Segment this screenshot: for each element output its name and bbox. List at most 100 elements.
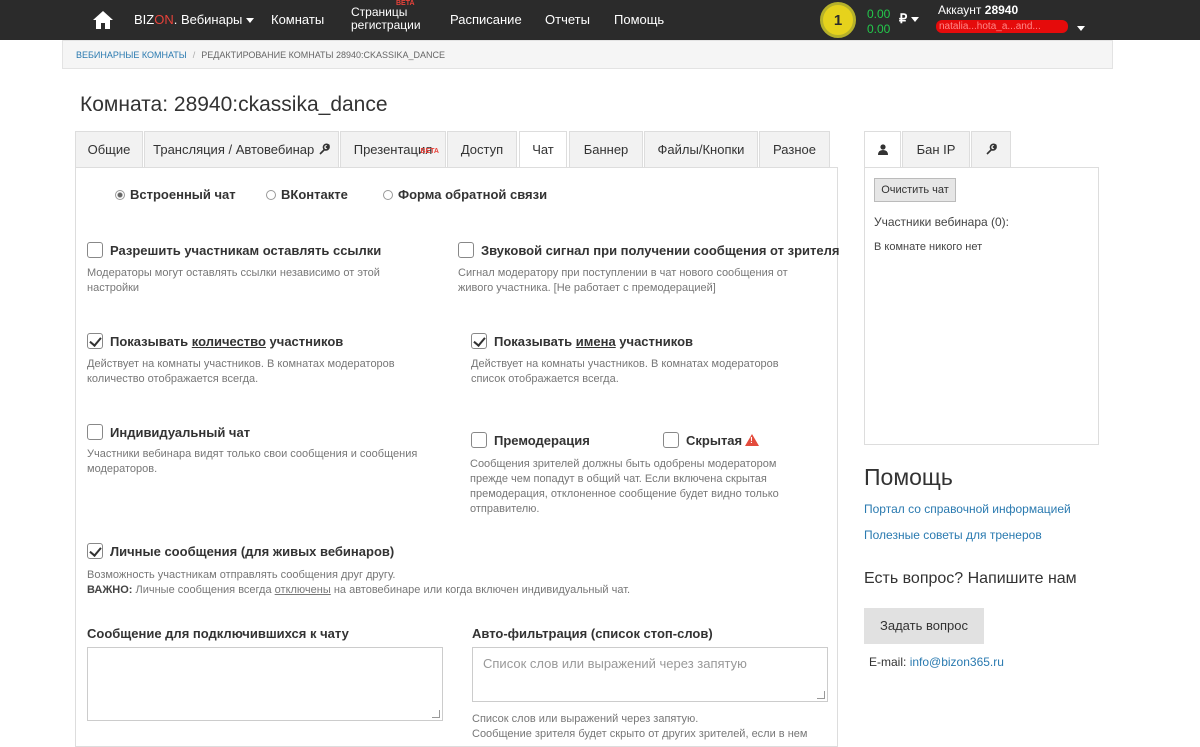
room-empty-text: В комнате никого нет [874,241,983,253]
balance-main: 0.00 [867,7,891,21]
chevron-down-icon [246,18,255,24]
individual-desc-2: модераторов. [87,463,158,475]
nav-webinars-dropdown[interactable]: BIZON. Вебинары [134,12,255,27]
premoderation-checkbox[interactable] [471,432,487,448]
home-icon[interactable] [92,10,114,30]
wrench-icon [319,143,330,155]
breadcrumb-separator: / [192,50,196,60]
tab-broadcast-label: Трансляция / Автовебинар [153,142,315,157]
tab-chat[interactable]: Чат [519,131,567,169]
chevron-down-icon[interactable] [1077,26,1085,31]
individual-chat-checkbox[interactable] [87,424,103,440]
autofilter-desc: Список слов или выражений через запятую.… [472,712,807,742]
account-label-text: Аккаунт [938,3,982,17]
radio-selected-icon[interactable] [115,190,125,200]
individual-chat-desc: Участники вебинара видят только свои соо… [87,447,417,477]
allow-links-label[interactable]: Разрешить участникам оставлять ссылки [110,243,381,258]
tab-participants[interactable] [864,131,901,169]
individual-chat-label[interactable]: Индивидуальный чат [110,425,250,440]
show-names-pre: Показывать [494,334,576,349]
coin-value: 1 [833,11,843,29]
trainer-tips-link[interactable]: Полезные советы для тренеров [864,528,1042,542]
autofilter-label: Авто-фильтрация (список стоп-слов) [472,626,713,641]
allow-links-checkbox[interactable] [87,242,103,258]
nav-help[interactable]: Помощь [614,12,664,27]
autofilter-desc-1: Список слов или выражений через запятую. [472,713,699,725]
help-title: Помощь [864,464,953,490]
allow-links-desc-2: настройки [87,282,140,294]
tab-general[interactable]: Общие [75,131,143,168]
show-names-desc: Действует на комнаты участников. В комна… [471,357,779,387]
show-names-desc-1: Действует на комнаты участников. В комна… [471,358,779,370]
account-number: 28940 [984,3,1019,17]
tab-sidebar-settings[interactable] [971,131,1011,168]
tab-files-buttons[interactable]: Файлы/Кнопки [644,131,758,168]
breadcrumb-current: РЕДАКТИРОВАНИЕ КОМНАТЫ 28940:CKASSIKA_DA… [201,50,446,60]
private-messages-checkbox[interactable] [87,543,103,559]
radio-builtin-label: Встроенный чат [130,187,236,202]
tab-access[interactable]: Доступ [447,131,517,168]
radio-feedback-form[interactable]: Форма обратной связи [383,187,547,202]
radio-icon[interactable] [266,190,276,200]
currency-dropdown[interactable]: ₽ [899,11,920,27]
warning-icon [745,434,760,446]
show-count-pre: Показывать [110,334,192,349]
account-label[interactable]: Аккаунт 28940 [938,3,1018,17]
sound-signal-label[interactable]: Звуковой сигнал при получении сообщения … [481,243,840,258]
tab-presentation[interactable]: Презентация BETA [340,131,446,168]
show-names-checkbox[interactable] [471,333,487,349]
radio-builtin-chat[interactable]: Встроенный чат [115,187,236,202]
nav-rooms[interactable]: Комнаты [271,12,324,27]
tab-broadcast[interactable]: Трансляция / Автовебинар [144,131,339,168]
premoderation-desc: Сообщения зрителей должны быть одобрены … [470,457,779,517]
premod-desc-1: Сообщения зрителей должны быть одобрены … [470,458,777,470]
nav-reports[interactable]: Отчеты [545,12,590,27]
show-count-checkbox[interactable] [87,333,103,349]
premoderation-label[interactable]: Премодерация [494,433,590,448]
account-email-redacted[interactable]: natalia...hota_a...and... [936,20,1068,33]
resize-handle-icon[interactable] [432,710,440,718]
nav-schedule[interactable]: Расписание [450,12,522,27]
clear-chat-button[interactable]: Очистить чат [874,178,956,202]
private-messages-desc: Возможность участникам отправлять сообще… [87,568,630,598]
radio-vk-chat[interactable]: ВКонтакте [266,187,348,202]
top-navbar: BIZON. Вебинары Комнаты Страницы регистр… [0,0,1200,40]
show-names-label[interactable]: Показывать имена участников [494,334,693,349]
tab-banner[interactable]: Баннер [569,131,643,168]
hidden-premod-label[interactable]: Скрытая [686,433,760,448]
private-messages-label[interactable]: Личные сообщения (для живых вебинаров) [110,544,394,559]
page-title: Комната: 28940:ckassika_dance [80,93,388,116]
allow-links-desc: Модераторы могут оставлять ссылки незави… [87,266,380,296]
private-desc-1: Возможность участникам отправлять сообще… [87,569,396,581]
show-count-desc-1: Действует на комнаты участников. В комна… [87,358,395,370]
tab-ban-ip[interactable]: Бан IP [902,131,970,168]
coin-icon[interactable]: 1 [820,2,856,38]
welcome-message-textarea[interactable] [87,647,443,721]
show-names-underlined: имена [575,334,616,349]
sound-desc-2: живого участника. [Не работает с премоде… [458,282,716,294]
support-email-link[interactable]: info@bizon365.ru [910,655,1004,669]
breadcrumb-root-link[interactable]: ВЕБИНАРНЫЕ КОМНАТЫ [76,50,187,60]
radio-icon[interactable] [383,190,393,200]
hidden-label-text: Скрытая [686,433,743,448]
autofilter-desc-2: Сообщение зрителя будет скрыто от других… [472,728,808,740]
show-count-label[interactable]: Показывать количество участников [110,334,343,349]
help-portal-link[interactable]: Портал со справочной информацией [864,502,1071,516]
participants-panel [864,167,1099,445]
premod-desc-3: премодерация, отклоненное сообщение буде… [470,488,779,500]
sound-signal-checkbox[interactable] [458,242,474,258]
show-count-underlined: количество [191,334,266,349]
brand-prefix: BIZ [134,12,155,27]
radio-feedback-label: Форма обратной связи [398,187,548,202]
tab-misc[interactable]: Разное [759,131,830,168]
premod-desc-4: отправителю. [470,503,540,515]
welcome-message-label: Сообщение для подключившихся к чату [87,626,349,641]
show-count-desc-2: количество отображается всегда. [87,373,259,385]
ask-question-button[interactable]: Задать вопрос [864,608,984,644]
ruble-icon: ₽ [899,11,908,26]
hidden-premod-checkbox[interactable] [663,432,679,448]
resize-handle-icon[interactable] [817,691,825,699]
presentation-beta-badge: BETA [420,148,439,155]
autofilter-textarea[interactable]: Список слов или выражений через запятую [472,647,828,702]
nav-registration-pages[interactable]: Страницы регистрации [351,6,421,32]
